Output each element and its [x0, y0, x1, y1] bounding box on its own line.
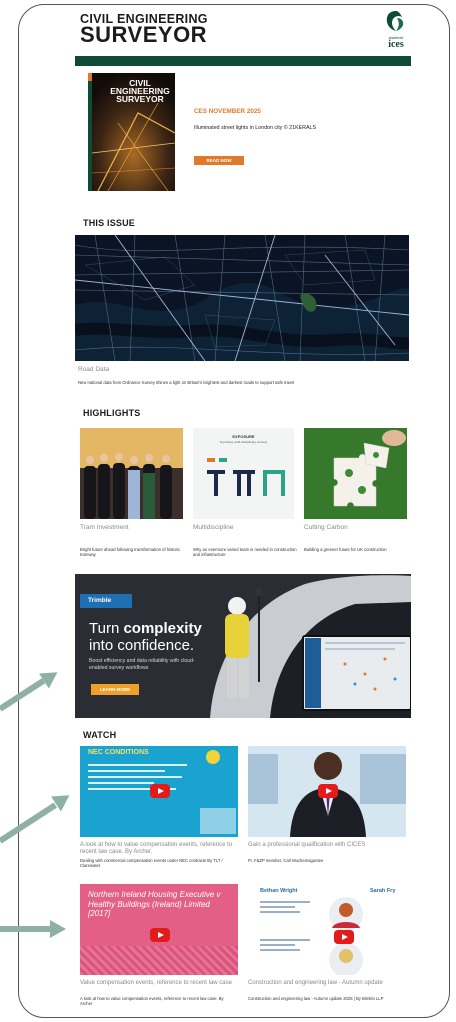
- road-map-image[interactable]: [75, 235, 409, 361]
- video3-thumb-title: Northern Ireland Housing Executive v Hea…: [88, 890, 221, 918]
- award-group-photo: [80, 428, 183, 519]
- video-text-4: Construction and engineering law - Autum…: [248, 996, 384, 1001]
- brand-line2: SURVEYOR: [80, 22, 208, 47]
- road-map-graphic: [75, 235, 409, 361]
- road-data-title[interactable]: Road Data: [78, 366, 109, 373]
- video-thumb-2[interactable]: [248, 746, 406, 837]
- youtube-play-icon-2[interactable]: [318, 784, 338, 798]
- youtube-play-icon-3[interactable]: [150, 928, 170, 942]
- read-now-button[interactable]: READ NOW: [194, 156, 244, 165]
- annotation-arrow-3: [0, 926, 52, 932]
- ices-logo[interactable]: chartered ices: [383, 10, 409, 50]
- video1-thumb-title: NEC CONDITIONS: [88, 749, 149, 756]
- ad-body: Boost efficiency and data reliability wi…: [89, 658, 195, 671]
- highlight-title-2[interactable]: Multidiscipline: [193, 524, 233, 531]
- trimble-logo: Trimble: [80, 594, 132, 608]
- video-title-4[interactable]: Construction and engineering law - Autum…: [248, 980, 406, 987]
- cutting-carbon-image[interactable]: [304, 428, 407, 519]
- learn-more-button[interactable]: LEARN MORE: [91, 684, 139, 695]
- video-thumb-1[interactable]: NEC CONDITIONS: [80, 746, 238, 837]
- video-thumb-3[interactable]: Northern Ireland Housing Executive v Hea…: [80, 884, 238, 975]
- youtube-play-icon-1[interactable]: [150, 784, 170, 798]
- highlight-text-2: Why an evermore varied team is needed in…: [193, 547, 297, 558]
- watch-heading: WATCH: [83, 730, 117, 740]
- ices-logo-icon: [386, 11, 404, 31]
- tram-investment-image[interactable]: [80, 428, 183, 519]
- highlight-text-1: Bright future ahead following transforma…: [80, 547, 181, 558]
- multidiscipline-graphic: [207, 458, 285, 496]
- video-text-1: Dealing with commercial compensation eve…: [80, 858, 223, 869]
- puzzle-grass-graphic: [304, 428, 407, 519]
- trimble-ad[interactable]: Trimble Turn complexity into confidence.…: [75, 574, 411, 718]
- video-title-3[interactable]: Value compensation events, reference to …: [80, 980, 238, 987]
- video-title-2[interactable]: Gain a professional qualification with C…: [248, 842, 406, 849]
- multidiscipline-image[interactable]: EXPOSURE Improving multi-disciplinary su…: [193, 428, 294, 519]
- youtube-play-icon-4[interactable]: [334, 930, 354, 944]
- speakers-photos: [329, 897, 363, 975]
- magazine-cover[interactable]: CIVIL ENGINEERING SURVEYOR: [88, 73, 175, 191]
- ad-headline-2: into confidence.: [89, 637, 195, 654]
- highlight-title-1[interactable]: Tram Investment: [80, 524, 129, 531]
- video-text-3: A look at how to value compensation even…: [80, 996, 224, 1007]
- highlight-title-3[interactable]: Cutting Carbon: [304, 524, 348, 531]
- header-bar: [75, 56, 411, 66]
- ad-headline-1: Turn complexity: [89, 620, 202, 637]
- highlights-heading: HIGHLIGHTS: [83, 408, 141, 418]
- highlight-text-3: Building a greener future for UK constru…: [304, 547, 387, 552]
- video-text-2: Ft. F&ZP member, Carl Muchemaguntee: [248, 858, 324, 863]
- hero-caption: Illuminated street lights in London city…: [194, 125, 316, 131]
- video-title-1[interactable]: A look at how to value compensation even…: [80, 842, 238, 856]
- road-data-text: New national data from Ordnance Survey s…: [78, 380, 295, 385]
- logo-text: ices: [388, 39, 404, 50]
- this-issue-heading: THIS ISSUE: [83, 218, 136, 228]
- video-thumb-4[interactable]: Bethan Wright Sarah Fry: [248, 884, 406, 975]
- issue-label: CES NOVEMBER 2025: [194, 108, 261, 115]
- annotation-arrowhead-3: [50, 920, 66, 938]
- cover-line3: SURVEYOR: [116, 94, 164, 104]
